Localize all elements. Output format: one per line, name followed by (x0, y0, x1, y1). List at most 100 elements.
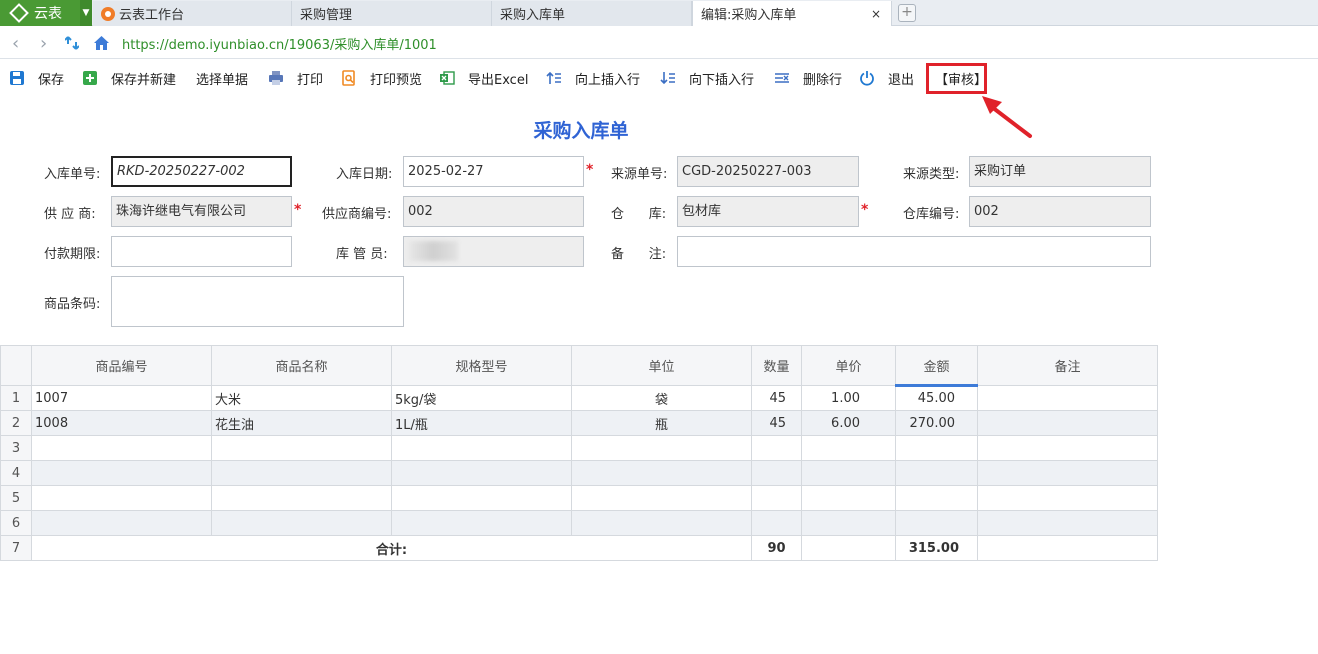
cell-qty[interactable] (751, 510, 802, 536)
cell-unit[interactable] (571, 510, 752, 536)
column-header[interactable]: 单位 (571, 345, 752, 386)
supplier-field[interactable]: 珠海许继电气有限公司 (111, 196, 292, 227)
new-tab-button[interactable]: + (898, 4, 916, 22)
barcode-field[interactable] (111, 276, 404, 327)
cell-note[interactable] (977, 510, 1158, 536)
keeper-field[interactable] (403, 236, 584, 267)
total-row: 7 合计: 90 315.00 (0, 535, 1158, 561)
insert-row-below-button[interactable]: 向下插入行 (660, 68, 754, 88)
tab-purchase-management[interactable]: 采购管理 (292, 1, 492, 26)
save-and-new-button[interactable]: 保存并新建 (82, 68, 176, 88)
cell-price[interactable] (801, 460, 896, 486)
table-row[interactable]: 6 (0, 510, 1158, 536)
audit-button[interactable]: 【审核】 (935, 69, 987, 88)
cell-name[interactable]: 花生油 (211, 410, 392, 436)
cell-note[interactable] (977, 435, 1158, 461)
cell-spec[interactable] (391, 510, 572, 536)
table-row[interactable]: 5 (0, 485, 1158, 511)
cell-price[interactable] (801, 435, 896, 461)
cell-unit[interactable] (571, 485, 752, 511)
table-row[interactable]: 3 (0, 435, 1158, 461)
cell-unit[interactable]: 瓶 (571, 410, 752, 436)
forward-icon[interactable]: › (40, 33, 47, 54)
column-header[interactable]: 金额 (895, 345, 978, 387)
warehouse-code-field[interactable]: 002 (969, 196, 1151, 227)
url-field[interactable]: https://demo.iyunbiao.cn/19063/采购入库单/100… (122, 34, 437, 53)
table-row[interactable]: 2 1008 花生油 1L/瓶 瓶 45 6.00 270.00 (0, 410, 1158, 436)
cell-unit[interactable] (571, 460, 752, 486)
cell-qty[interactable]: 45 (751, 385, 802, 411)
refresh-icon[interactable] (65, 35, 79, 51)
cell-name[interactable] (211, 510, 392, 536)
cell-amount[interactable]: 45.00 (895, 385, 978, 411)
cell-qty[interactable] (751, 435, 802, 461)
back-icon[interactable]: ‹ (12, 33, 19, 54)
export-excel-button[interactable]: 导出Excel (439, 68, 528, 88)
cell-spec[interactable] (391, 435, 572, 461)
cell-name[interactable] (211, 485, 392, 511)
table-row[interactable]: 1 1007 大米 5kg/袋 袋 45 1.00 45.00 (0, 385, 1158, 411)
table-row[interactable]: 4 (0, 460, 1158, 486)
cell-qty[interactable] (751, 460, 802, 486)
cell-name[interactable] (211, 435, 392, 461)
column-header[interactable]: 数量 (751, 345, 802, 386)
warehouse-field[interactable]: 包材库 (677, 196, 859, 227)
exit-button[interactable]: 退出 (859, 68, 914, 88)
cell-code[interactable]: 1008 (31, 410, 212, 436)
delete-row-button[interactable]: 删除行 (774, 68, 842, 88)
cell-code[interactable] (31, 510, 212, 536)
brand-dropdown-icon[interactable]: ▼ (80, 0, 92, 26)
cell-name[interactable]: 大米 (211, 385, 392, 411)
supplier-code-field[interactable]: 002 (403, 196, 584, 227)
insert-row-above-button[interactable]: 向上插入行 (546, 68, 640, 88)
cell-price[interactable] (801, 510, 896, 536)
cell-note[interactable] (977, 410, 1158, 436)
source-type-field[interactable]: 采购订单 (969, 156, 1151, 187)
column-header[interactable]: 单价 (801, 345, 896, 386)
receipt-no-field[interactable]: RKD-20250227-002 (111, 156, 292, 187)
cell-spec[interactable] (391, 460, 572, 486)
cell-note[interactable] (977, 385, 1158, 411)
tab-workbench[interactable]: 云表工作台 (93, 1, 292, 26)
home-icon[interactable] (93, 35, 110, 51)
cell-code[interactable] (31, 435, 212, 461)
cell-note[interactable] (977, 485, 1158, 511)
column-header[interactable]: 商品编号 (31, 345, 212, 386)
column-header[interactable]: 规格型号 (391, 345, 572, 386)
cell-price[interactable]: 1.00 (801, 385, 896, 411)
column-header[interactable]: 商品名称 (211, 345, 392, 386)
cell-qty[interactable] (751, 485, 802, 511)
save-button[interactable]: 保存 (9, 68, 64, 88)
tab-close-icon[interactable]: × (871, 7, 881, 21)
cell-amount[interactable] (895, 460, 978, 486)
print-button[interactable]: 打印 (268, 68, 323, 88)
source-no-field[interactable]: CGD-20250227-003 (677, 156, 859, 187)
cell-price[interactable] (801, 485, 896, 511)
cell-amount[interactable]: 270.00 (895, 410, 978, 436)
cell-unit[interactable]: 袋 (571, 385, 752, 411)
brand-menu[interactable]: 云表 (0, 0, 80, 26)
payment-term-field[interactable] (111, 236, 292, 267)
cell-amount[interactable] (895, 485, 978, 511)
cell-spec[interactable]: 5kg/袋 (391, 385, 572, 411)
cell-amount[interactable] (895, 435, 978, 461)
cell-spec[interactable] (391, 485, 572, 511)
cell-unit[interactable] (571, 435, 752, 461)
cell-spec[interactable]: 1L/瓶 (391, 410, 572, 436)
tab-purchase-receipt[interactable]: 采购入库单 (492, 1, 692, 26)
column-header[interactable]: 备注 (977, 345, 1158, 386)
cell-amount[interactable] (895, 510, 978, 536)
print-preview-button[interactable]: 打印预览 (341, 68, 422, 88)
select-document-button[interactable]: 选择单据 (196, 68, 248, 88)
cell-code[interactable] (31, 460, 212, 486)
cell-note[interactable] (977, 460, 1158, 486)
cell-code[interactable] (31, 485, 212, 511)
cell-name[interactable] (211, 460, 392, 486)
cell-code[interactable]: 1007 (31, 385, 212, 411)
cell-qty[interactable]: 45 (751, 410, 802, 436)
receipt-date-field[interactable]: 2025-02-27 (403, 156, 584, 187)
remark-field[interactable] (677, 236, 1151, 267)
total-amount: 315.00 (895, 535, 978, 561)
tab-edit-purchase-receipt[interactable]: 编辑:采购入库单 × (692, 1, 892, 26)
cell-price[interactable]: 6.00 (801, 410, 896, 436)
